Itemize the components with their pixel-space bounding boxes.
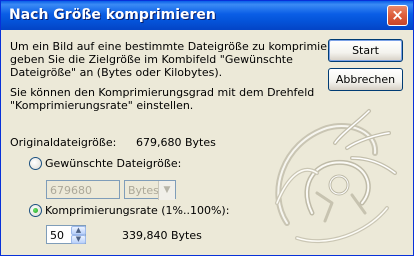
close-icon: × bbox=[391, 6, 404, 24]
original-size-value: 679,680 Bytes bbox=[136, 136, 216, 149]
compressed-size-value: 339,840 Bytes bbox=[122, 229, 202, 242]
compression-rate-radio[interactable] bbox=[29, 204, 42, 217]
intro-line-2: geben Sie die Zielgröße im Kombifeld "Ge… bbox=[10, 53, 293, 66]
original-size-label: Originaldateigröße: bbox=[10, 136, 117, 149]
compression-rate-value: 50 bbox=[50, 229, 64, 242]
desired-size-label[interactable]: Gewünschte Dateigröße: bbox=[45, 157, 181, 170]
unit-select[interactable]: Bytes ▼ bbox=[124, 180, 176, 200]
arrow-up-icon[interactable]: ▲ bbox=[71, 226, 86, 235]
chevron-down-icon[interactable]: ▼ bbox=[158, 181, 175, 200]
close-button[interactable]: × bbox=[387, 5, 408, 26]
radio-selected-dot bbox=[33, 208, 38, 213]
arrow-down-icon[interactable]: ▼ bbox=[71, 235, 86, 244]
cancel-button[interactable]: Abbrechen bbox=[328, 68, 403, 91]
jester-logo bbox=[275, 109, 397, 244]
desired-size-value: 679680 bbox=[50, 184, 92, 197]
intro-line-5: "Komprimierungsrate" einstellen. bbox=[10, 99, 194, 112]
intro-line-3: Dateigröße" an (Bytes oder Kilobytes). bbox=[10, 66, 223, 79]
intro-line-4: Sie können den Komprimierungsgrad mit de… bbox=[10, 86, 315, 99]
desired-size-input[interactable]: 679680 bbox=[46, 180, 120, 199]
start-button[interactable]: Start bbox=[328, 39, 403, 62]
compression-rate-label[interactable]: Komprimierungsrate (1%..100%): bbox=[45, 204, 229, 217]
unit-select-value: Bytes bbox=[128, 184, 159, 197]
desired-size-radio[interactable] bbox=[29, 157, 42, 170]
intro-line-1: Um ein Bild auf eine bestimmte Dateigröß… bbox=[10, 40, 349, 53]
title-bar[interactable]: Nach Größe komprimieren × bbox=[1, 1, 413, 30]
window-title: Nach Größe komprimieren bbox=[9, 7, 216, 23]
compress-dialog: Nach Größe komprimieren × Um ein Bild au… bbox=[0, 0, 414, 256]
